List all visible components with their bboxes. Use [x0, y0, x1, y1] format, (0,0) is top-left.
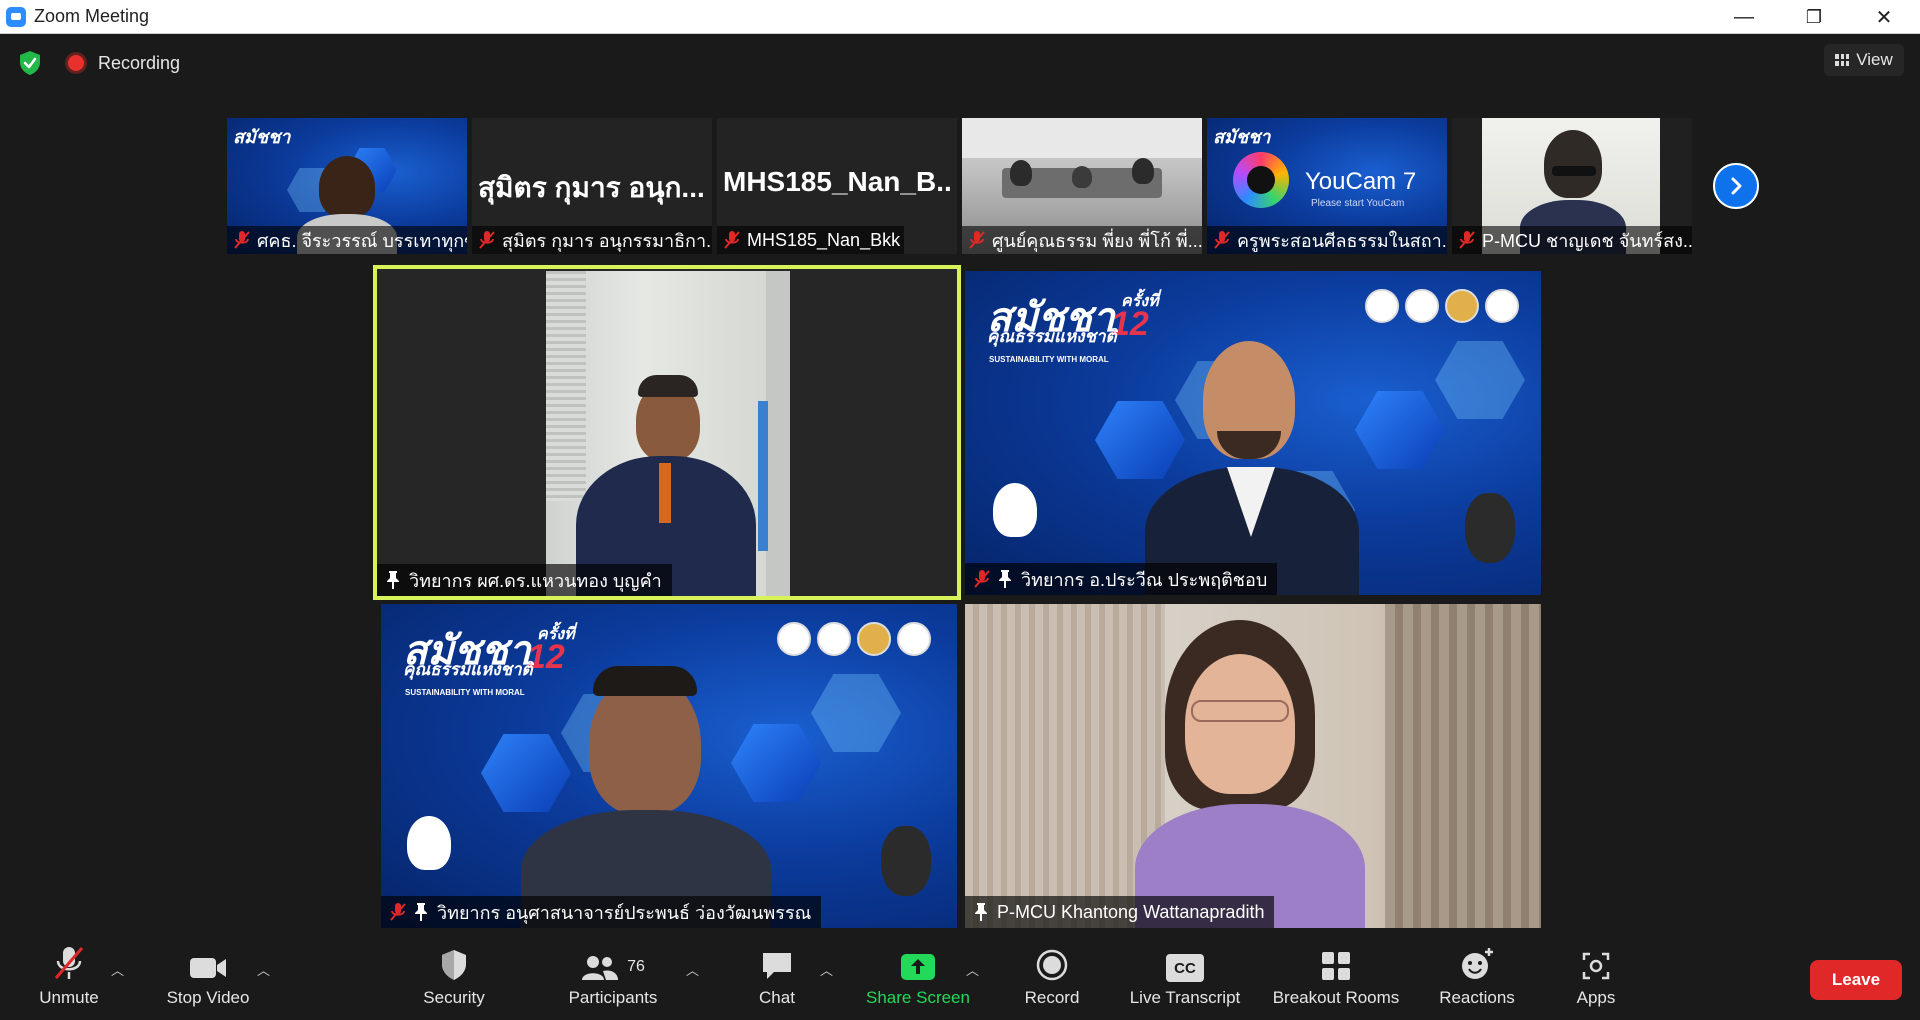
live-transcript-button[interactable]: CC Live Transcript — [1120, 940, 1250, 1020]
youcam-logo-icon — [1233, 152, 1289, 208]
gallery-tile-1[interactable]: วิทยากร ผศ.ดร.แหวนทอง บุญคำ — [373, 265, 961, 600]
mic-muted-icon — [54, 947, 84, 979]
mascot-right — [881, 826, 931, 896]
pin-icon — [999, 570, 1011, 588]
participant-video — [319, 156, 375, 218]
strip-bigname-3: MHS185_Nan_B... — [723, 166, 951, 197]
strip-bigname-2: สุมิตร กุมาร อนุก... — [478, 172, 705, 203]
record-button[interactable]: Record — [1012, 940, 1092, 1020]
share-screen-button[interactable]: Share Screen — [858, 940, 978, 1020]
strip-tile-3[interactable]: MHS185_Nan_B... MHS185_Nan_Bkk — [717, 118, 957, 254]
gallery-tile-3[interactable]: สมัชชา ครั้งที่ 12 คุณธรรมแห่งชาติ SUSTA… — [381, 604, 957, 928]
mascot-left — [993, 483, 1037, 537]
participant-video — [546, 271, 790, 596]
gallery-name-3: วิทยากร อนุศาสนาจารย์ประพนธ์ ว่องวัฒนพรร… — [381, 896, 822, 928]
view-button[interactable]: View — [1824, 44, 1904, 76]
recording-indicator-icon[interactable] — [68, 55, 84, 71]
next-page-button[interactable] — [1713, 163, 1759, 209]
banner-title: สมัชชา — [233, 127, 291, 147]
chat-button[interactable]: Chat — [740, 940, 814, 1020]
mic-muted-icon — [479, 231, 495, 249]
strip-tile-5[interactable]: สมัชชา YouCam 7 Please start YouCam ครูพ… — [1207, 118, 1447, 254]
participants-options-caret-icon[interactable]: ︿ — [686, 960, 699, 979]
video-options-caret-icon[interactable]: ︿ — [257, 960, 270, 979]
reactions-smiley-icon — [1462, 948, 1493, 979]
recording-label[interactable]: Recording — [98, 53, 180, 74]
window-title: Zoom Meeting — [34, 6, 150, 26]
mic-muted-icon — [969, 231, 985, 249]
breakout-rooms-button[interactable]: Breakout Rooms — [1264, 940, 1408, 1020]
sponsor-logos — [777, 622, 931, 656]
leave-button[interactable]: Leave — [1810, 960, 1902, 1000]
strip-name-6: P-MCU ชาญเดช จันทร์สง... — [1452, 226, 1692, 254]
close-button[interactable]: ✕ — [1850, 0, 1918, 34]
strip-tile-1[interactable]: สมัชชา ศคธ. จีระวรรณ์ บรรเทาทุกข์ — [227, 118, 467, 254]
strip-name-1: ศคธ. จีระวรรณ์ บรรเทาทุกข์ — [227, 226, 467, 254]
chat-options-caret-icon[interactable]: ︿ — [820, 960, 833, 979]
restore-button[interactable]: ❐ — [1780, 0, 1848, 34]
mascot-left — [407, 816, 451, 870]
record-icon — [1036, 949, 1068, 981]
pin-icon — [415, 903, 427, 921]
meeting-toolbar: Unmute ︿ Stop Video ︿ Security 76 Partic… — [0, 940, 1920, 1020]
reactions-button[interactable]: Reactions — [1432, 940, 1522, 1020]
strip-tile-6[interactable]: P-MCU ชาญเดช จันทร์สง... — [1452, 118, 1692, 254]
view-label: View — [1856, 50, 1893, 69]
participants-button[interactable]: 76 Participants — [558, 940, 668, 1020]
gallery-tile-4[interactable]: P-MCU Khantong Wattanapradith — [965, 604, 1541, 928]
gallery-name-1: วิทยากร ผศ.ดร.แหวนทอง บุญคำ — [377, 564, 672, 596]
gallery-name-4: P-MCU Khantong Wattanapradith — [965, 896, 1275, 928]
mic-muted-icon — [390, 903, 406, 921]
breakout-rooms-icon — [1322, 952, 1350, 980]
security-shield-icon — [442, 950, 466, 980]
chat-bubble-icon — [763, 953, 791, 979]
apps-icon — [1582, 952, 1610, 980]
participants-icon — [582, 956, 619, 980]
view-grid-icon — [1835, 54, 1850, 66]
minimize-button[interactable]: — — [1710, 0, 1778, 34]
strip-tile-2[interactable]: สุมิตร กุมาร อนุก... สุมิตร กุมาร อนุกรร… — [472, 118, 712, 254]
mic-muted-icon — [234, 231, 250, 249]
strip-name-3: MHS185_Nan_Bkk — [717, 226, 905, 254]
sponsor-logos — [1365, 289, 1519, 323]
mascot-right — [1465, 493, 1515, 563]
mic-muted-icon — [1214, 231, 1230, 249]
audio-options-caret-icon[interactable]: ︿ — [111, 960, 124, 979]
stop-video-button[interactable]: Stop Video — [156, 940, 260, 1020]
share-options-caret-icon[interactable]: ︿ — [966, 960, 979, 979]
closed-caption-icon: CC — [1166, 954, 1204, 982]
strip-tile-4[interactable]: ศูนย์คุณธรรม พี่ยง พี่โก้ พี่... — [962, 118, 1202, 254]
video-camera-icon — [190, 958, 226, 978]
chevron-right-icon — [1731, 177, 1742, 195]
participants-count: 76 — [627, 958, 645, 975]
encryption-shield-icon[interactable] — [18, 50, 42, 76]
gallery-tile-2[interactable]: สมัชชา ครั้งที่ 12 คุณธรรมแห่งชาติ SUSTA… — [965, 271, 1541, 595]
youcam-overlay-text: YouCam 7 — [1305, 168, 1417, 195]
share-screen-icon — [901, 954, 935, 980]
strip-name-4: ศูนย์คุณธรรม พี่ยง พี่โก้ พี่... — [962, 226, 1202, 254]
pin-icon — [975, 903, 987, 921]
security-button[interactable]: Security — [410, 940, 498, 1020]
apps-button[interactable]: Apps — [1566, 940, 1626, 1020]
gallery-name-2: วิทยากร อ.ประวีณ ประพฤติชอบ — [965, 563, 1278, 595]
mic-muted-icon — [724, 231, 740, 249]
mic-muted-icon — [1459, 231, 1475, 249]
pin-icon — [387, 571, 399, 589]
youcam-overlay-sub: Please start YouCam — [1311, 198, 1405, 209]
window-titlebar: Zoom Meeting — ❐ ✕ — [0, 0, 1920, 34]
zoom-logo-icon — [6, 6, 26, 27]
meeting-topbar: Recording View — [0, 34, 1920, 90]
strip-name-2: สุมิตร กุมาร อนุกรรมาธิกา... — [472, 226, 712, 254]
strip-name-5: ครูพระสอนศีลธรรมในสถา... — [1207, 226, 1447, 254]
mic-muted-icon — [974, 570, 990, 588]
unmute-button[interactable]: Unmute — [22, 940, 116, 1020]
